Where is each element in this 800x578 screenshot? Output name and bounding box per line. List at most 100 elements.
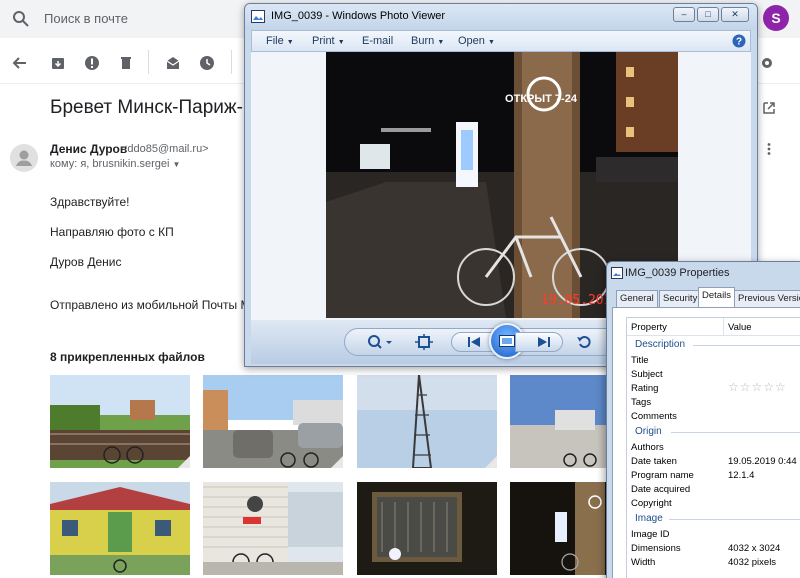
menu-open-label: Open [458, 35, 485, 47]
row-date-taken-value: 19.05.2019 0:44 [728, 456, 797, 467]
attachments-title: 8 прикрепленных файлов [50, 350, 205, 364]
section-image: Image [635, 513, 663, 524]
next-icon [538, 337, 550, 347]
recipients-text: кому: я, brusnikin.sergei [50, 158, 170, 170]
search-icon[interactable] [12, 10, 30, 28]
slideshow-icon [499, 335, 515, 347]
grid-header: Property Value [627, 318, 800, 336]
rotate-counterclockwise-icon[interactable] [577, 335, 591, 349]
dropdown-arrow-icon: ▼ [286, 39, 294, 46]
body-signature: Дуров Денис [50, 255, 122, 269]
photo-viewer-app-icon [251, 10, 265, 23]
menu-email[interactable]: E-mail [362, 35, 393, 47]
menu-print[interactable]: Print ▼ [312, 35, 345, 47]
minimize-button[interactable]: – [673, 7, 695, 22]
sender-avatar [10, 144, 38, 172]
row-rating-label: Rating [631, 383, 659, 394]
attachment-thumbnail[interactable] [50, 375, 190, 468]
row-copyright-label: Copyright [631, 498, 672, 509]
tab-security[interactable]: Security [659, 290, 702, 307]
section-description: Description [635, 339, 686, 350]
dropdown-arrow-icon: ▼ [337, 39, 345, 46]
section-divider [669, 519, 800, 520]
properties-tabs: General Security Details Previous Versio… [612, 287, 800, 307]
chevron-down-icon[interactable]: ▼ [173, 160, 181, 169]
dropdown-arrow-icon: ▼ [487, 39, 495, 46]
menu-burn-label: Burn [411, 35, 435, 47]
column-divider [723, 318, 724, 336]
attachment-thumbnail[interactable] [50, 482, 190, 575]
photo-date-stamp: 19.05.201 [541, 293, 611, 308]
attachment-thumbnail[interactable] [357, 375, 497, 468]
column-value[interactable]: Value [728, 322, 752, 333]
menu-burn[interactable]: Burn ▼ [411, 35, 444, 47]
row-dimensions-label: Dimensions [631, 543, 681, 554]
photo-viewer-titlebar[interactable]: IMG_0039 - Windows Photo Viewer – □ ✕ [245, 4, 757, 30]
settings-gear-icon[interactable] [760, 56, 774, 70]
attachment-thumbnail[interactable] [203, 482, 343, 575]
report-spam-icon[interactable] [84, 55, 100, 71]
tab-general[interactable]: General [616, 290, 658, 307]
toolbar-divider [231, 50, 232, 74]
help-icon[interactable]: ? [732, 34, 746, 48]
properties-grid[interactable]: Property Value Description Title Subject… [626, 317, 800, 578]
properties-body: Property Value Description Title Subject… [612, 307, 800, 578]
row-title-label: Title [631, 355, 649, 366]
archive-icon[interactable] [50, 55, 66, 71]
dropdown-arrow-icon: ▼ [437, 39, 445, 46]
menu-print-label: Print [312, 35, 335, 47]
row-tags-label: Tags [631, 397, 652, 408]
row-date-taken-label: Date taken [631, 456, 677, 467]
body-greeting: Здравствуйте! [50, 195, 130, 209]
photo-viewer-title: IMG_0039 - Windows Photo Viewer [271, 10, 446, 22]
actual-size-icon[interactable] [415, 334, 433, 350]
more-options-icon[interactable] [762, 142, 776, 156]
image-file-icon [611, 267, 623, 279]
row-dimensions-value: 4032 x 3024 [728, 543, 781, 554]
svg-text:?: ? [736, 37, 742, 48]
row-width-value: 4032 pixels [728, 557, 777, 568]
row-program-name-value: 12.1.4 [728, 470, 755, 481]
body-line: Направляю фото с КП [50, 225, 174, 239]
maximize-button[interactable]: □ [697, 7, 719, 22]
rating-stars-icon[interactable]: ☆☆☆☆☆ [728, 380, 787, 394]
account-avatar[interactable]: S [763, 5, 789, 31]
tab-previous-versions[interactable]: Previous Versions [734, 290, 800, 307]
menu-open[interactable]: Open ▼ [458, 35, 495, 47]
row-subject-label: Subject [631, 369, 663, 380]
delete-icon[interactable] [118, 55, 134, 71]
row-comments-label: Comments [631, 411, 677, 422]
sign-text: ОТКРЫТ 7-24 [505, 93, 578, 105]
row-program-name-label: Program name [631, 470, 694, 481]
row-date-acquired-label: Date acquired [631, 484, 691, 495]
next-button[interactable] [515, 332, 563, 352]
email-subject: Бревет Минск-Париж-М [50, 97, 259, 118]
zoom-icon[interactable] [367, 334, 393, 350]
back-arrow-icon[interactable] [12, 55, 28, 71]
tab-details[interactable]: Details [698, 287, 736, 307]
row-image-id-label: Image ID [631, 529, 670, 540]
properties-title: IMG_0039 Properties [625, 267, 730, 279]
photo-viewer-menubar: File ▼ Print ▼ E-mail Burn ▼ Open ▼ ? [251, 30, 751, 52]
search-input[interactable]: Поиск в почте [44, 11, 128, 26]
attachment-thumbnail[interactable] [203, 375, 343, 468]
row-authors-label: Authors [631, 442, 664, 453]
snooze-icon[interactable] [199, 55, 215, 71]
section-origin: Origin [635, 426, 662, 437]
open-in-new-window-icon[interactable] [762, 101, 776, 115]
mark-unread-icon[interactable] [165, 55, 181, 71]
attachment-thumbnail[interactable] [357, 482, 497, 575]
close-button[interactable]: ✕ [721, 7, 749, 22]
properties-dialog[interactable]: IMG_0039 Properties General Security Det… [606, 261, 800, 578]
column-property[interactable]: Property [631, 322, 667, 333]
sender-email: <ddo85@mail.ru> [121, 143, 209, 155]
row-width-label: Width [631, 557, 656, 568]
previous-icon [468, 337, 480, 347]
section-divider [671, 432, 800, 433]
recipients-line[interactable]: кому: я, brusnikin.sergei ▼ [50, 158, 180, 170]
menu-file[interactable]: File ▼ [266, 35, 294, 47]
section-divider [693, 345, 800, 346]
menu-file-label: File [266, 35, 284, 47]
sender-name: Денис Дуров [50, 142, 128, 156]
toolbar-divider [148, 50, 149, 74]
